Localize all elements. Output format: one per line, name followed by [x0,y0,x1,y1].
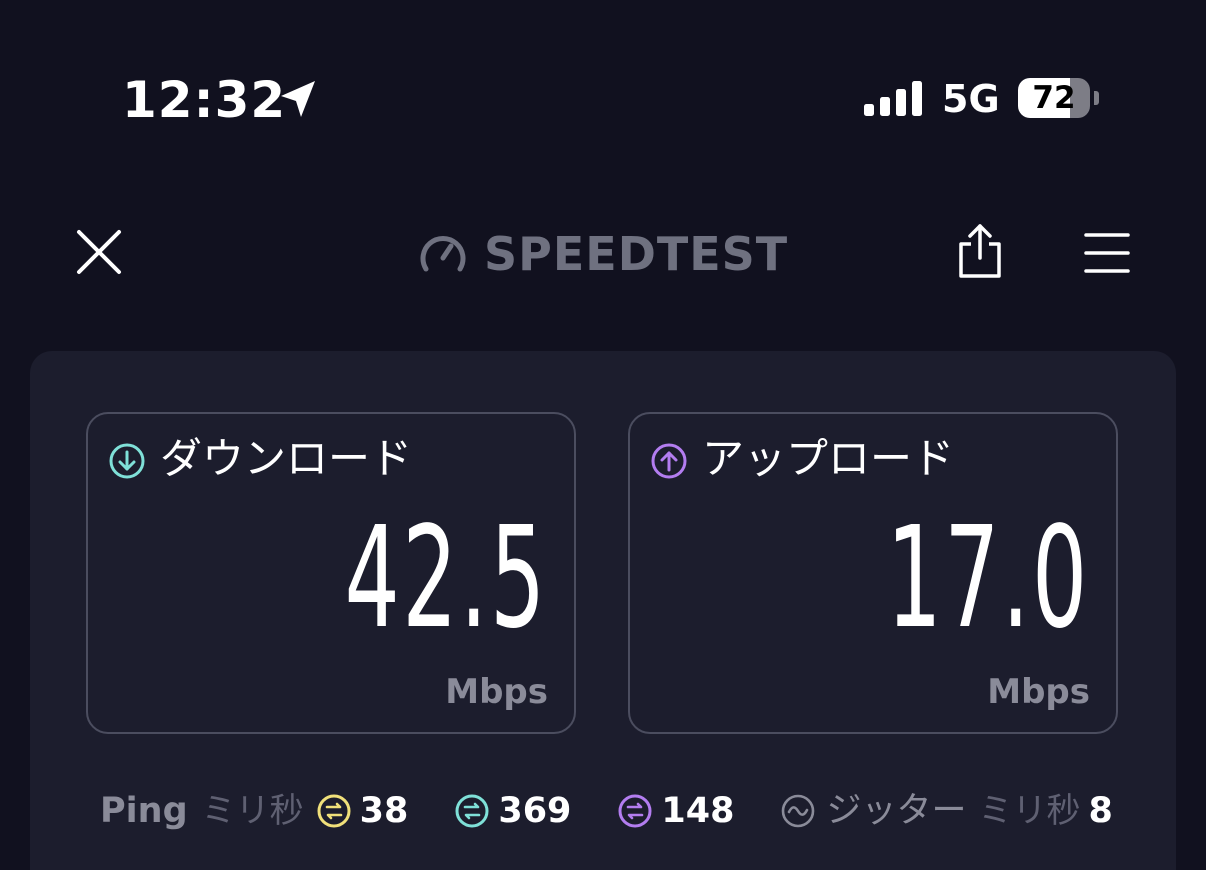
arrow-down-circle-icon [109,443,145,479]
logo-trademark: ™ [778,236,786,245]
idle-ping-icon [317,794,351,828]
jitter-value: 8 [1088,791,1113,831]
upload-label: アップロード [702,434,955,483]
share-icon[interactable] [956,222,1004,280]
idle-ping-value: 38 [359,791,409,831]
speedtest-logo-text: SPEEDTEST [484,227,789,281]
jitter-wave-icon [782,794,815,828]
download-ping-icon [455,794,489,828]
hamburger-menu-icon[interactable] [1084,230,1130,276]
battery-indicator: 72 [1018,78,1090,118]
ping-unit: ミリ秒 [201,791,304,831]
upload-value: 17.0 [886,497,1090,660]
download-value: 42.5 [344,497,548,660]
download-label: ダウンロード [160,434,413,483]
upload-unit: Mbps [987,672,1090,712]
network-type-label: 5G [942,77,1000,121]
battery-cap [1094,91,1099,105]
download-ping-value: 369 [498,791,572,831]
arrow-up-circle-icon [651,443,687,479]
jitter-unit: ミリ秒 [978,791,1081,831]
ping-row[interactable]: Ping ミリ秒 38 369 148 ジッター ミリ秒 8 [100,786,1113,836]
upload-ping-icon [618,794,652,828]
status-time: 12:32 [122,71,287,129]
upload-ping-value: 148 [661,791,735,831]
speedometer-gauge-icon [420,236,466,272]
battery-level-text: 72 [1032,80,1076,116]
upload-card[interactable]: アップロード 17.0 Mbps [628,412,1118,734]
download-card[interactable]: ダウンロード 42.5 Mbps [86,412,576,734]
location-arrow-icon [281,81,315,117]
speedtest-results-screen: 12:32 5G 72 SPEEDTEST ™ ダウンロード 42.5 Mbps… [0,0,1206,870]
close-icon[interactable] [75,228,123,276]
cellular-signal-icon [864,81,922,116]
download-unit: Mbps [445,672,548,712]
ping-label: Ping [100,791,188,831]
jitter-label: ジッター [826,791,967,831]
